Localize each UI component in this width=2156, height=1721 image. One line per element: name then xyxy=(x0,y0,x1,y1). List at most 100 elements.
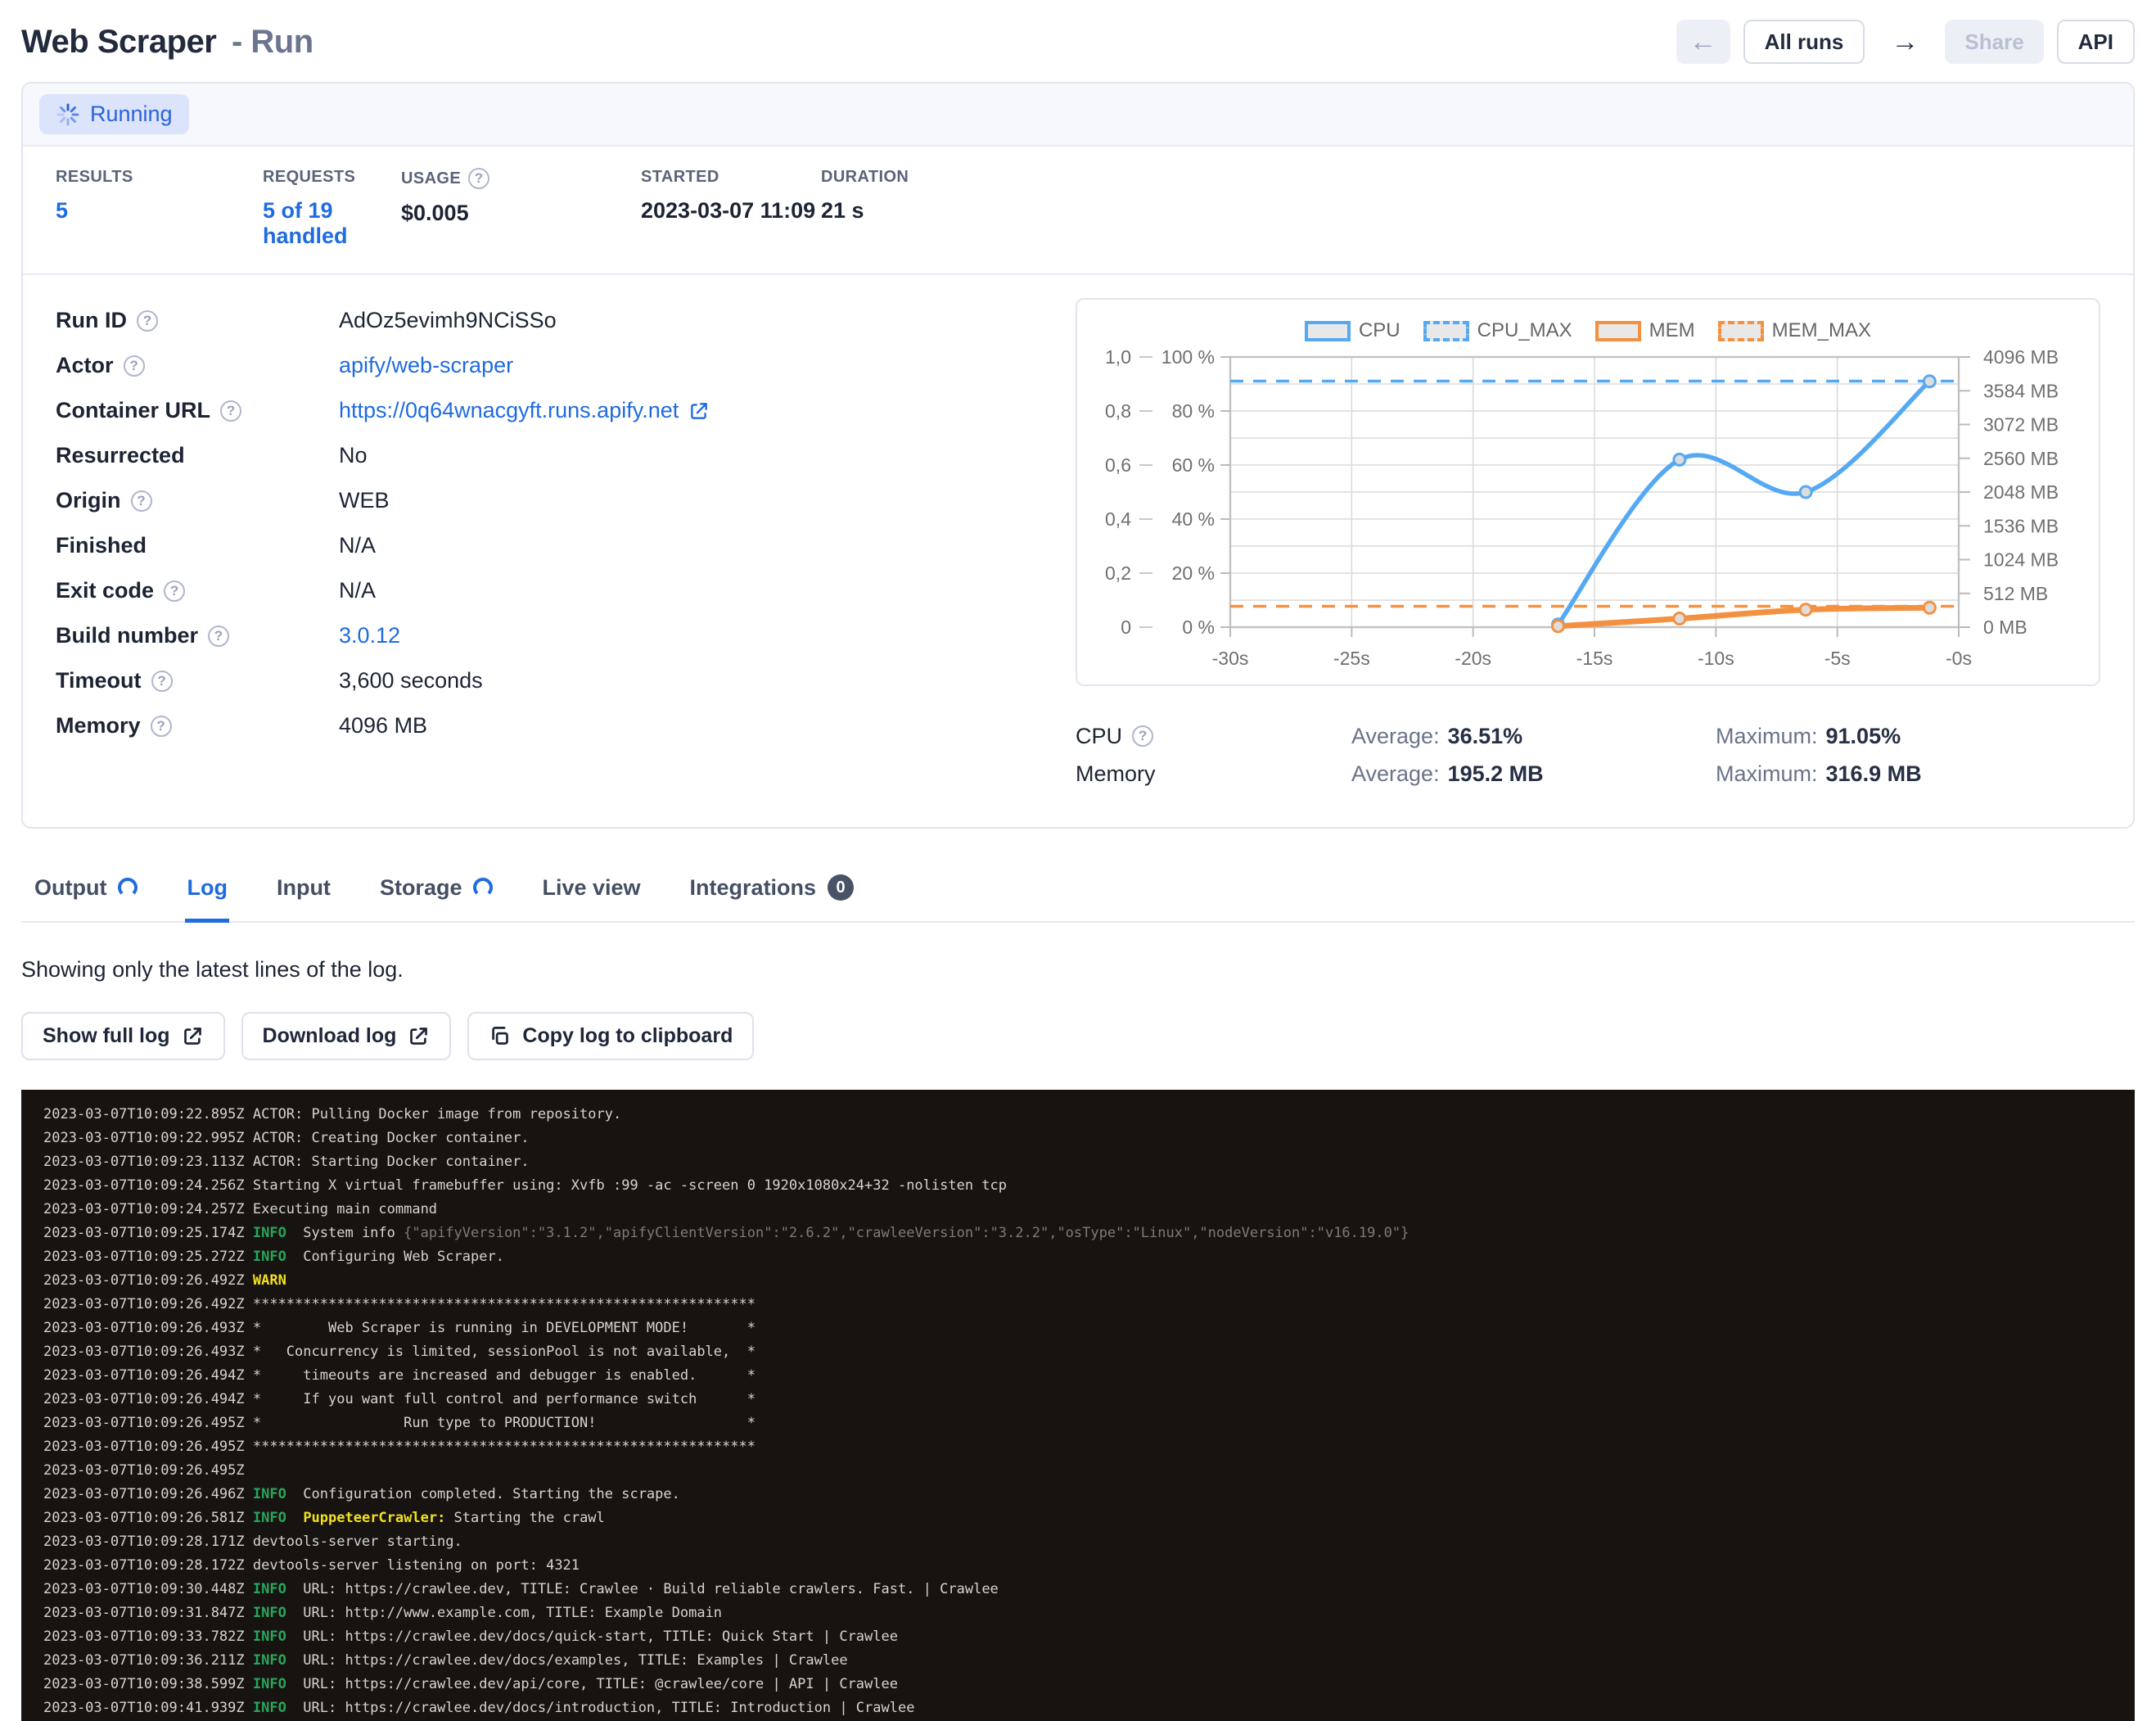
top-nav: ← All runs → Share API xyxy=(1676,20,2135,64)
svg-text:0: 0 xyxy=(1121,617,1131,638)
svg-text:-5s: -5s xyxy=(1824,648,1851,669)
metadata-value: No xyxy=(339,443,368,468)
tab-label: Live view xyxy=(542,875,640,901)
arrow-right-icon: → xyxy=(1891,26,1919,58)
log-lines: 2023-03-07T10:09:22.895Z ACTOR: Pulling … xyxy=(43,1103,2135,1721)
external-link-icon xyxy=(408,1025,430,1047)
svg-text:3072 MB: 3072 MB xyxy=(1983,414,2059,436)
tab[interactable]: Log xyxy=(185,866,228,923)
api-button[interactable]: API xyxy=(2057,20,2135,64)
help-icon[interactable]: ? xyxy=(164,580,185,602)
run-tabs: Output Log Input Storage xyxy=(21,866,2135,923)
metadata-row: Exit code ? N/A xyxy=(56,568,1022,613)
all-runs-button[interactable]: All runs xyxy=(1743,20,1865,64)
usage-stats: CPU ? Average: 36.51% Maximum: 91.05% xyxy=(1076,717,2100,793)
copy-log-button[interactable]: Copy log to clipboard xyxy=(467,1012,754,1060)
run-metadata: Run ID ? AdOz5evimh9NCiSSo xyxy=(56,298,1022,793)
legend-item[interactable]: MEM_MAX xyxy=(1718,319,1871,342)
log-console: 2023-03-07T10:09:22.895Z ACTOR: Pulling … xyxy=(21,1090,2135,1721)
status-label: Running xyxy=(90,102,173,127)
previous-run-button[interactable]: ← xyxy=(1676,20,1730,64)
svg-text:512 MB: 512 MB xyxy=(1983,583,2048,604)
stat-value: 5 of 19 handled xyxy=(263,198,401,249)
metadata-label: Memory xyxy=(56,713,141,739)
external-link-icon xyxy=(182,1025,204,1047)
legend-swatch xyxy=(1423,321,1469,341)
svg-text:3584 MB: 3584 MB xyxy=(1983,380,2059,401)
svg-text:60 %: 60 % xyxy=(1172,454,1215,476)
help-icon[interactable]: ? xyxy=(151,716,172,737)
help-icon[interactable]: ? xyxy=(208,626,229,647)
status-strip: Running xyxy=(23,84,2133,147)
stat-label: REQUESTS xyxy=(263,168,355,187)
usage-stat-row: Memory ? Average: 195.2 MB Maximum: 316.… xyxy=(1076,755,2100,793)
svg-text:40 %: 40 % xyxy=(1172,508,1215,530)
legend-item[interactable]: CPU_MAX xyxy=(1423,319,1572,342)
metadata-value: 3,600 seconds xyxy=(339,668,483,693)
stat-label: DURATION xyxy=(821,168,909,187)
tab[interactable]: Input xyxy=(275,866,332,923)
metadata-row: Build number ? 3.0.12 xyxy=(56,613,1022,658)
usage-chart: 1,0100 %0,880 %0,660 %0,440 %0,220 %00 %… xyxy=(1079,347,2094,678)
run-detail-page: Web Scraper - Run ← All runs → Share API xyxy=(0,0,2156,1721)
metadata-value: N/A xyxy=(339,578,376,603)
metadata-value: N/A xyxy=(339,533,376,558)
legend-label: CPU xyxy=(1359,319,1400,342)
stat-value: 5 xyxy=(56,198,263,224)
help-icon[interactable]: ? xyxy=(220,400,241,422)
show-full-log-button[interactable]: Show full log xyxy=(21,1012,225,1060)
tab[interactable]: Storage xyxy=(378,866,495,923)
metadata-row: Actor ? apify/web-scraper xyxy=(56,343,1022,388)
tab[interactable]: Live view xyxy=(540,866,642,923)
help-icon[interactable]: ? xyxy=(131,490,152,512)
details-section: Run ID ? AdOz5evimh9NCiSSo xyxy=(23,275,2133,827)
svg-text:-30s: -30s xyxy=(1212,648,1249,669)
svg-text:-25s: -25s xyxy=(1333,648,1370,669)
actor-name: Web Scraper xyxy=(21,24,216,60)
svg-text:1536 MB: 1536 MB xyxy=(1983,515,2059,536)
tab[interactable]: Integrations 0 xyxy=(688,866,856,923)
svg-text:-15s: -15s xyxy=(1576,648,1613,669)
stats-row: RESULTS ? 5 REQUESTS ? 5 of 19 handled xyxy=(23,147,2133,275)
usage-stat-label: Memory xyxy=(1076,761,1156,787)
help-icon[interactable]: ? xyxy=(137,310,158,332)
svg-text:4096 MB: 4096 MB xyxy=(1983,347,2059,368)
metadata-value: https://0q64wnacgyft.runs.apify.net xyxy=(339,398,710,423)
stat-label: STARTED xyxy=(641,168,719,187)
status-badge: Running xyxy=(39,94,189,134)
help-icon[interactable]: ? xyxy=(1132,725,1153,747)
help-icon[interactable]: ? xyxy=(468,168,489,189)
metadata-label: Exit code xyxy=(56,578,154,603)
svg-text:20 %: 20 % xyxy=(1172,562,1215,584)
help-icon[interactable]: ? xyxy=(151,671,173,692)
legend-item[interactable]: CPU xyxy=(1305,319,1400,342)
stat-label: RESULTS xyxy=(56,168,133,187)
average-label: Average: xyxy=(1351,724,1440,749)
legend-label: MEM xyxy=(1649,319,1695,342)
share-button[interactable]: Share xyxy=(1945,20,2043,64)
download-log-button[interactable]: Download log xyxy=(241,1012,452,1060)
legend-swatch xyxy=(1595,321,1641,341)
help-icon[interactable]: ? xyxy=(124,355,145,377)
svg-text:-0s: -0s xyxy=(1946,648,1972,669)
count-badge: 0 xyxy=(828,874,854,901)
svg-text:2560 MB: 2560 MB xyxy=(1983,448,2059,469)
tab[interactable]: Output xyxy=(33,866,139,923)
external-link-icon[interactable] xyxy=(688,400,710,422)
stat-block: STARTED ? 2023-03-07 11:09 xyxy=(641,168,821,224)
stat-label: USAGE xyxy=(401,169,461,188)
svg-text:0,2: 0,2 xyxy=(1105,562,1131,584)
log-note: Showing only the latest lines of the log… xyxy=(21,957,2135,982)
stat-block: USAGE ? $0.005 xyxy=(401,168,641,226)
maximum-label: Maximum: xyxy=(1716,724,1818,749)
legend-label: CPU_MAX xyxy=(1477,319,1572,342)
legend-item[interactable]: MEM xyxy=(1595,319,1695,342)
tab-label: Output xyxy=(34,875,106,901)
svg-text:2048 MB: 2048 MB xyxy=(1983,481,2059,503)
svg-text:80 %: 80 % xyxy=(1172,400,1215,422)
metadata-row: Origin ? WEB xyxy=(56,478,1022,523)
next-run-button[interactable]: → xyxy=(1878,20,1932,64)
svg-text:-20s: -20s xyxy=(1455,648,1491,669)
metadata-row: Memory ? 4096 MB xyxy=(56,703,1022,748)
svg-text:-10s: -10s xyxy=(1698,648,1734,669)
